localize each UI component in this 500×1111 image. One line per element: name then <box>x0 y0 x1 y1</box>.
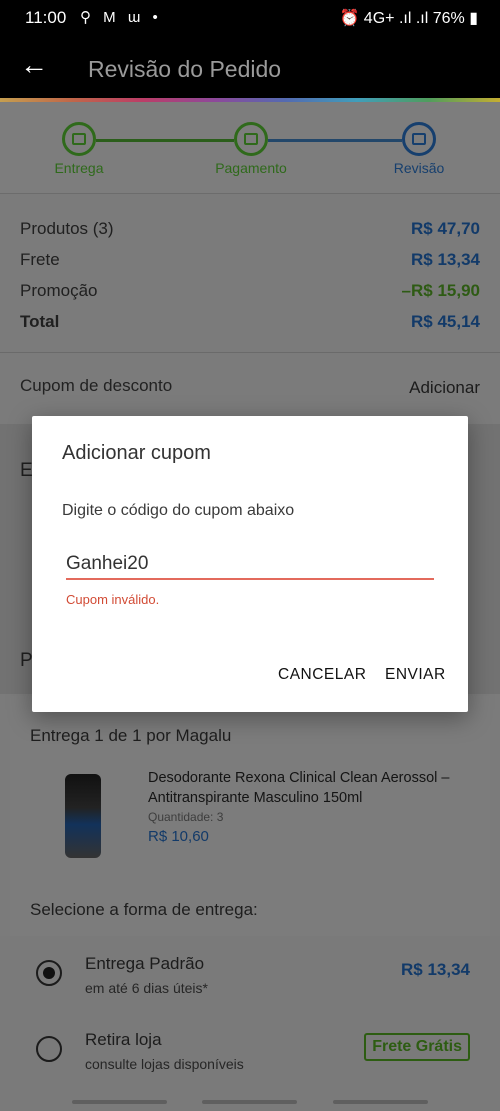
dialog-subtitle: Digite o código do cupom abaixo <box>62 502 295 519</box>
summary-value: R$ 47,70 <box>411 219 480 238</box>
truck-icon <box>72 133 86 145</box>
product-name: Desodorante Rexona Clinical Clean Aeross… <box>148 770 450 806</box>
nav-hint <box>202 1100 297 1104</box>
section-header-partial: E <box>20 460 33 481</box>
step-connector <box>96 139 234 142</box>
submit-button[interactable]: ENVIAR <box>385 666 446 684</box>
step-label-pagamento: Pagamento <box>215 160 287 176</box>
option-subtitle: consulte lojas disponíveis <box>85 1056 244 1072</box>
summary-label: Produtos (3) <box>20 219 114 238</box>
summary-row-shipping: Frete R$ 13,34 <box>20 250 480 270</box>
card-icon <box>244 133 258 145</box>
shipping-options: Entrega Padrão em até 6 dias úteis* R$ 1… <box>0 936 500 1111</box>
nav-hint <box>72 1100 167 1104</box>
option-price: R$ 13,34 <box>401 960 470 979</box>
product-price: R$ 10,60 <box>148 828 209 845</box>
checkout-stepper: Entrega Pagamento Revisão <box>0 102 500 194</box>
add-coupon-link[interactable]: Adicionar <box>409 378 480 398</box>
step-label-revisao: Revisão <box>393 160 445 176</box>
option-subtitle: em até 6 dias úteis* <box>85 980 208 996</box>
coupon-row[interactable]: Cupom de desconto Adicionar <box>0 354 500 424</box>
summary-value: –R$ 15,90 <box>401 281 480 300</box>
product-image <box>65 774 101 858</box>
nav-hint <box>333 1100 428 1104</box>
list-icon <box>412 133 426 145</box>
product-quantity: Quantidade: 3 <box>148 810 224 824</box>
section-header-partial: P <box>20 650 33 671</box>
radio-store-pickup[interactable] <box>36 1036 62 1062</box>
summary-row-products: Produtos (3) R$ 47,70 <box>20 219 480 239</box>
dialog-title: Adicionar cupom <box>62 442 211 464</box>
cancel-button[interactable]: CANCELAR <box>278 666 366 684</box>
radio-standard-delivery[interactable] <box>36 960 62 986</box>
step-revisao <box>402 122 436 156</box>
page-title: Revisão do Pedido <box>88 56 282 82</box>
coupon-code-input[interactable] <box>66 550 434 580</box>
summary-row-total: Total R$ 45,14 <box>20 312 480 332</box>
order-summary: Produtos (3) R$ 47,70 Frete R$ 13,34 Pro… <box>0 195 500 353</box>
add-coupon-dialog: Adicionar cupom Digite o código do cupom… <box>32 416 468 712</box>
step-connector <box>268 139 402 142</box>
coupon-label: Cupom de desconto <box>20 376 173 395</box>
app-bar: ← Revisão do Pedido <box>0 36 500 98</box>
gesture-nav-bar <box>0 1095 500 1111</box>
system-indicators: ⏰ 4G+ .ıl .ıl 76% ▮ <box>339 10 478 27</box>
summary-label: Total <box>20 312 60 331</box>
back-arrow-icon[interactable]: ← <box>20 50 48 80</box>
option-title: Entrega Padrão <box>85 954 205 973</box>
step-entrega <box>62 122 96 156</box>
delivery-title: Entrega 1 de 1 por Magalu <box>30 726 232 745</box>
delivery-card: Entrega 1 de 1 por Magalu Desodorante Re… <box>0 696 500 1111</box>
summary-label: Frete <box>20 250 60 269</box>
shipping-select-title: Selecione a forma de entrega: <box>30 900 258 919</box>
free-shipping-badge: Frete Grátis <box>364 1033 470 1061</box>
summary-row-promo: Promoção –R$ 15,90 <box>20 281 480 301</box>
notification-icons: ⚲ M ɯ • <box>80 9 162 26</box>
summary-value: R$ 45,14 <box>411 312 480 331</box>
summary-value: R$ 13,34 <box>411 250 480 269</box>
status-time: 11:00 <box>25 8 67 27</box>
option-title: Retira loja <box>85 1030 162 1049</box>
coupon-error-message: Cupom inválido. <box>66 592 160 607</box>
step-label-entrega: Entrega <box>54 160 104 176</box>
step-pagamento <box>234 122 268 156</box>
summary-label: Promoção <box>20 281 98 300</box>
status-bar: 11:00 ⚲ M ɯ • ⏰ 4G+ .ıl .ıl 76% ▮ <box>0 0 500 36</box>
